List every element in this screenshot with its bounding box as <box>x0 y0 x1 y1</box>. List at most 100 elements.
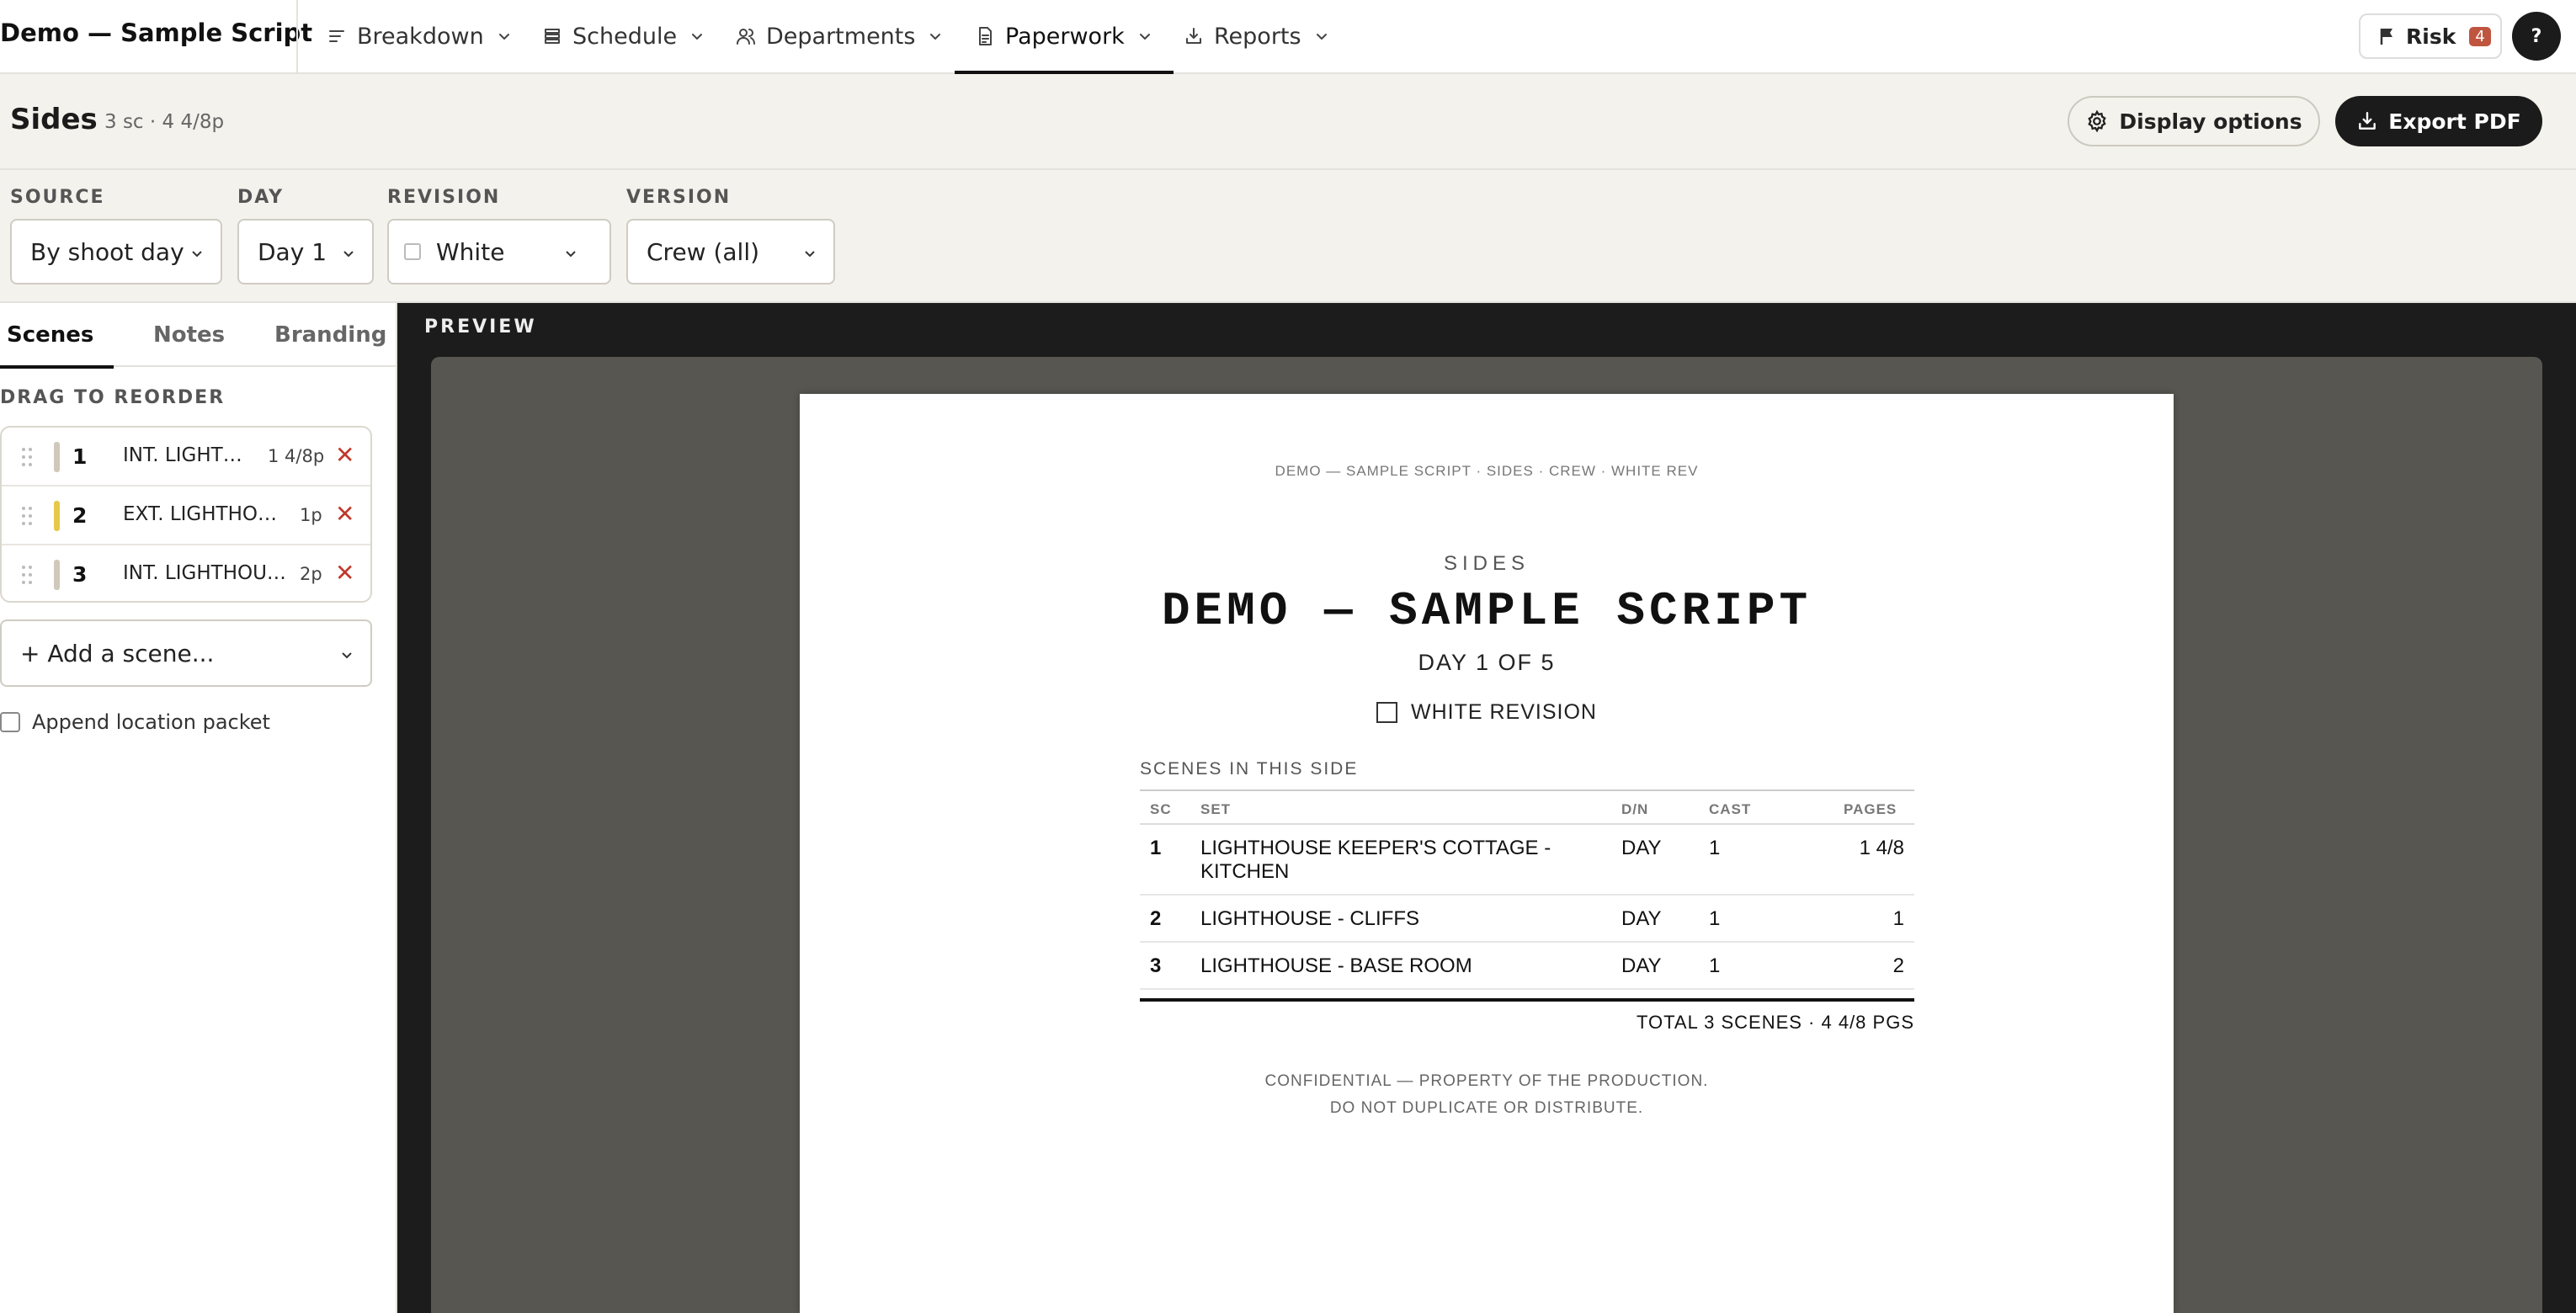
column-header: SET <box>1190 790 1611 825</box>
cast-cell: 1 <box>1699 895 1800 943</box>
scene-color-bar <box>54 560 60 590</box>
layers-icon <box>545 29 560 44</box>
nav-departments[interactable]: Departments <box>736 0 944 72</box>
confidential-line-1: CONFIDENTIAL — PROPERTY OF THE PRODUCTIO… <box>1264 1072 1709 1090</box>
display-options-button[interactable]: Display options <box>2068 96 2320 146</box>
cast-cell: 1 <box>1699 942 1800 990</box>
preview-label: PREVIEW <box>424 316 537 338</box>
help-button[interactable]: ? <box>2512 12 2561 61</box>
chevron-down-icon <box>805 251 815 258</box>
revision-label: REVISION <box>387 187 501 208</box>
revision-indicator: WHITE REVISION <box>800 700 2174 725</box>
source-select[interactable]: By shoot day <box>10 219 222 284</box>
scene-pages: 1p <box>300 505 322 525</box>
display-options-label: Display options <box>2119 109 2302 134</box>
chevron-down-icon <box>1316 34 1327 40</box>
sidebar-tabs: Scenes Notes Branding <box>0 303 396 369</box>
day-label: DAY <box>237 187 285 208</box>
append-location-packet-option[interactable]: Append location packet <box>0 710 270 734</box>
nav-breakdown-label: Breakdown <box>357 23 484 50</box>
table-row: 1 LIGHTHOUSE KEEPER'S COTTAGE - KITCHEN … <box>1140 824 1914 896</box>
nav-paperwork-label: Paperwork <box>1005 23 1125 50</box>
scene-color-bar <box>54 442 60 472</box>
tab-scenes[interactable]: Scenes <box>0 303 114 369</box>
pages-cell: 1 4/8 <box>1800 824 1914 896</box>
drag-handle-icon[interactable] <box>22 507 34 525</box>
nav-schedule[interactable]: Schedule <box>542 0 705 72</box>
column-header: CAST <box>1699 790 1800 825</box>
risk-count-badge: 4 <box>2469 26 2491 46</box>
drag-handle-icon[interactable] <box>22 448 34 466</box>
revision-text: WHITE REVISION <box>1411 700 1597 724</box>
append-location-packet-checkbox[interactable] <box>0 712 20 732</box>
users-icon <box>737 29 755 45</box>
export-pdf-label: Export PDF <box>2388 109 2521 134</box>
scene-row[interactable]: 1 INT. LIGHT… 1 4/8p ✕ <box>2 428 370 486</box>
remove-scene-icon[interactable]: ✕ <box>335 443 354 468</box>
revision-color-box <box>1376 702 1398 723</box>
document-icon <box>979 27 992 45</box>
export-pdf-button[interactable]: Export PDF <box>2335 96 2542 146</box>
flag-icon <box>2380 29 2392 45</box>
scene-row[interactable]: 3 INT. LIGHTHOU… 2p ✕ <box>2 545 370 601</box>
pages-cell: 1 <box>1800 895 1914 943</box>
nav-breakdown[interactable]: Breakdown <box>327 0 513 72</box>
add-scene-placeholder: + Add a scene... <box>20 639 215 667</box>
scene-table: SC SET D/N CAST PAGES 1 LIGHTHOUSE KEEPE… <box>1140 789 1914 990</box>
scene-row[interactable]: 2 EXT. LIGHTHO… 1p ✕ <box>2 486 370 545</box>
chevron-down-icon <box>192 251 202 258</box>
app-title: Demo — Sample Script <box>0 19 313 47</box>
tab-branding[interactable]: Branding <box>274 303 386 367</box>
set-cell: LIGHTHOUSE - BASE ROOM <box>1190 942 1611 990</box>
chevron-down-icon <box>343 251 354 258</box>
set-cell: LIGHTHOUSE KEEPER'S COTTAGE - KITCHEN <box>1190 824 1611 896</box>
reorder-label: DRAG TO REORDER <box>0 387 226 408</box>
gear-icon <box>2088 109 2107 133</box>
chevron-down-icon <box>1139 34 1150 40</box>
remove-scene-icon[interactable]: ✕ <box>335 561 354 586</box>
script-title: DEMO — SAMPLE SCRIPT <box>1161 584 1812 638</box>
revision-select[interactable]: White <box>387 219 611 284</box>
risk-button[interactable]: Risk 4 <box>2359 13 2502 59</box>
add-scene-select[interactable]: + Add a scene... <box>0 619 372 687</box>
day-select[interactable]: Day 1 <box>237 219 374 284</box>
chevron-down-icon <box>566 251 576 258</box>
nav-paperwork[interactable]: Paperwork <box>955 0 1174 74</box>
version-select[interactable]: Crew (all) <box>626 219 835 284</box>
page-summary: 3 sc · 4 4/8p <box>104 111 225 133</box>
top-navigation-bar: Demo — Sample Script Breakdown Schedule … <box>0 0 2576 74</box>
revision-value: White <box>436 237 505 266</box>
risk-label: Risk <box>2406 24 2456 49</box>
tab-notes[interactable]: Notes <box>153 303 225 367</box>
day-value: Day 1 <box>258 237 327 266</box>
page-running-header: DEMO — SAMPLE SCRIPT · SIDES · CREW · WH… <box>1275 463 1699 479</box>
revision-color-swatch <box>404 243 421 260</box>
chevron-down-icon <box>692 34 703 40</box>
source-label: SOURCE <box>10 187 105 208</box>
drag-handle-icon[interactable] <box>22 566 34 584</box>
filter-bar: SOURCE By shoot day DAY Day 1 REVISION W… <box>0 170 2576 303</box>
scene-title: INT. LIGHT… <box>123 444 242 466</box>
total-rule <box>1140 998 1914 1002</box>
download-icon <box>2359 112 2376 130</box>
remove-scene-icon[interactable]: ✕ <box>335 502 354 527</box>
table-row: 2 LIGHTHOUSE - CLIFFS DAY 1 1 <box>1140 895 1914 943</box>
source-value: By shoot day <box>30 237 184 266</box>
scenes-heading: SCENES IN THIS SIDE <box>1140 759 1359 779</box>
append-location-packet-label: Append location packet <box>32 710 270 734</box>
sides-page: DEMO — SAMPLE SCRIPT · SIDES · CREW · WH… <box>800 394 2174 1313</box>
column-header: D/N <box>1611 790 1699 825</box>
nav-departments-label: Departments <box>766 23 916 50</box>
table-row: 3 LIGHTHOUSE - BASE ROOM DAY 1 2 <box>1140 942 1914 990</box>
confidential-line-2: DO NOT DUPLICATE OR DISTRIBUTE. <box>1329 1099 1644 1117</box>
scene-number: 3 <box>72 562 88 587</box>
nav-reports[interactable]: Reports <box>1184 0 1330 72</box>
scene-number: 1 <box>72 444 88 469</box>
cast-cell: 1 <box>1699 824 1800 896</box>
version-label: VERSION <box>626 187 732 208</box>
scene-color-bar <box>54 501 60 531</box>
list-icon <box>329 30 344 42</box>
column-header: PAGES <box>1800 790 1914 825</box>
title-divider <box>296 0 298 72</box>
dn-cell: DAY <box>1611 942 1699 990</box>
